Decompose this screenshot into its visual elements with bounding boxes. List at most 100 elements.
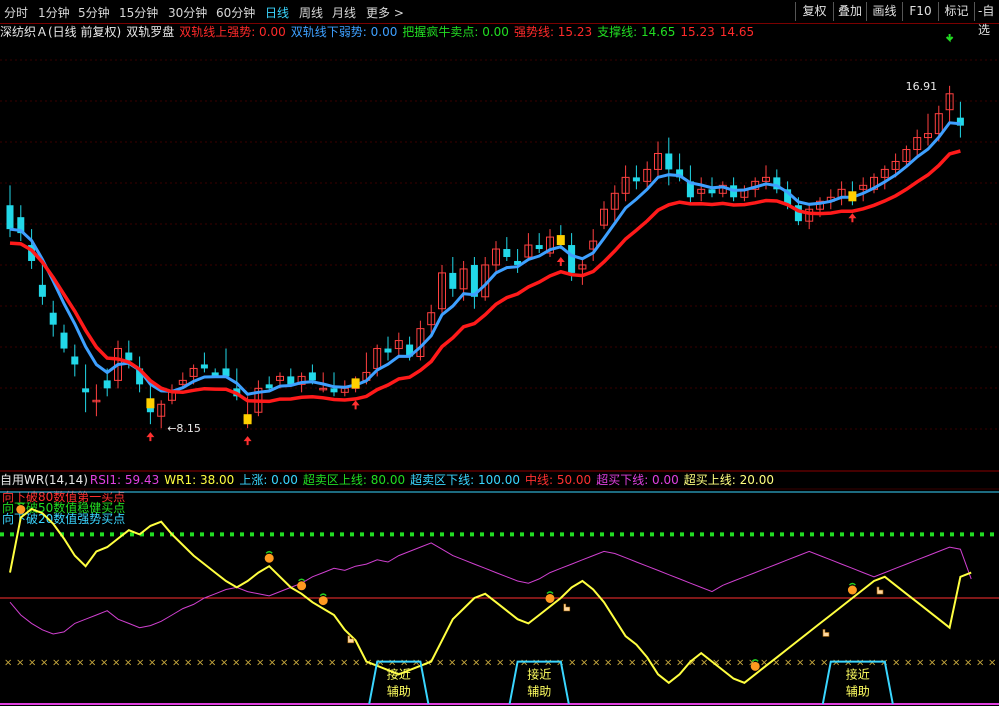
wr-oversold-mark: × (736, 658, 744, 669)
high-price-label: 16.91 (906, 80, 938, 93)
signal-block (848, 191, 857, 202)
fuquan-button[interactable]: 复权 (795, 2, 833, 21)
header-item-5: 15.23 (680, 25, 715, 39)
candle-body (503, 249, 511, 257)
wr-oversold-mark: × (376, 658, 384, 669)
candle-body (136, 368, 144, 385)
wr-oversold-mark: × (64, 658, 72, 669)
candle-body (157, 403, 166, 417)
wr-oversold-mark: × (916, 658, 924, 669)
candle-body (92, 399, 101, 403)
candle-body (265, 384, 273, 389)
wr-oversold-mark: × (4, 658, 12, 669)
candle-body (362, 371, 371, 381)
wr-oversold-mark: × (256, 658, 264, 669)
wr-oversold-mark: × (628, 658, 636, 669)
wr-oversold-mark: × (700, 658, 708, 669)
wr-oversold-mark: × (664, 658, 672, 669)
candle-body (394, 340, 403, 350)
indicator-name[interactable]: 双轨罗盘 (126, 25, 174, 39)
period-fenshi[interactable]: 分时 (4, 4, 28, 21)
hand-pointer-icon (347, 635, 355, 644)
wr-oversold-mark: × (616, 658, 624, 669)
draw-line-button[interactable]: 画线 (866, 2, 902, 21)
wr-oversold-mark: × (544, 658, 552, 669)
wr-oversold-mark: × (340, 658, 348, 669)
candle-body (351, 379, 360, 389)
candle-body (632, 177, 640, 182)
candle-body (459, 268, 468, 290)
candle-body (654, 152, 662, 170)
wr-oversold-mark: × (784, 658, 792, 669)
hand-pointer-icon (563, 603, 571, 612)
wr-oversold-mark: × (604, 658, 612, 669)
candle-body (578, 264, 587, 270)
candle-body (233, 388, 241, 397)
candle-body (168, 391, 176, 401)
f10-button[interactable]: F10 (902, 2, 938, 21)
period-1min[interactable]: 1分钟 (38, 4, 70, 21)
candle-body (60, 332, 68, 349)
wr-legend-item-2: 向下破20数值强势买点 (2, 512, 126, 526)
candle-body (243, 415, 252, 421)
indicator-item-2: 上涨: 0.00 (239, 473, 298, 487)
period-toolbar: 分时 1分钟 5分钟 15分钟 30分钟 60分钟 日线 周线 月线 更多 > … (0, 0, 999, 37)
candle-body (718, 184, 727, 194)
wr-oversold-mark: × (592, 658, 600, 669)
indicator-item-3: 超卖区上线: 80.00 (302, 473, 406, 487)
kline-chart[interactable]: 16.91 ←8.15 × × × × × × × × × × × × × × × × × × × × × × × × × × × × ×… (0, 0, 999, 706)
wr-oversold-mark: × (208, 658, 216, 669)
candle-body (125, 352, 133, 361)
period-monthly[interactable]: 月线 (332, 4, 356, 21)
buy-arrow-icon (848, 213, 857, 223)
candle-body (254, 387, 263, 413)
candle-body (524, 244, 533, 258)
period-daily[interactable]: 日线 (265, 4, 289, 21)
period-30min[interactable]: 30分钟 (168, 4, 207, 21)
mark-button[interactable]: 标记 (938, 2, 974, 21)
wr-oversold-mark: × (640, 658, 648, 669)
wr-oversold-mark: × (940, 658, 948, 669)
wr-oversold-mark: × (856, 658, 864, 669)
period-5min[interactable]: 5分钟 (78, 4, 110, 21)
candle-body (859, 184, 868, 190)
wr-oversold-mark: × (316, 658, 324, 669)
candle-body (114, 348, 122, 381)
wr-oversold-mark: × (220, 658, 228, 669)
wr-oversold-mark: × (832, 658, 840, 669)
wr-oversold-mark: × (460, 658, 468, 669)
candle-body (600, 208, 608, 226)
assist-label-aux: 辅助 (846, 685, 870, 699)
wr-oversold-mark: × (40, 658, 48, 669)
candle-body (330, 388, 338, 393)
period-more[interactable]: 更多 > (366, 4, 404, 21)
candle-body (17, 217, 25, 234)
candle-body (189, 367, 198, 377)
candle-body (287, 376, 295, 385)
wr-oversold-mark: × (892, 658, 900, 669)
wr-oversold-mark: × (100, 658, 108, 669)
peach-icon (264, 553, 274, 563)
overlay-button[interactable]: 叠加 (833, 2, 866, 21)
candle-body (902, 149, 911, 162)
wr-oversold-mark: × (760, 658, 768, 669)
sub-indicator-title[interactable]: 自用WR(14,14) (0, 473, 88, 487)
peach-icon (318, 596, 328, 606)
candle-body (297, 375, 306, 385)
candle-body (82, 388, 90, 393)
candle-body (794, 205, 802, 222)
candle-body (470, 264, 478, 297)
period-60min[interactable]: 60分钟 (216, 4, 255, 21)
wr-oversold-mark: × (364, 658, 372, 669)
assist-label-aux: 辅助 (387, 685, 411, 699)
wr-oversold-mark: × (652, 658, 660, 669)
wr-oversold-mark: × (820, 658, 828, 669)
period-15min[interactable]: 15分钟 (119, 4, 158, 21)
wr-oversold-mark: × (16, 658, 24, 669)
add-watchlist-button[interactable]: -自选 (974, 2, 999, 37)
wr-oversold-mark: × (676, 658, 684, 669)
candle-body (568, 245, 576, 273)
candle-body (340, 387, 349, 393)
period-weekly[interactable]: 周线 (299, 4, 323, 21)
wr-oversold-mark: × (424, 658, 432, 669)
